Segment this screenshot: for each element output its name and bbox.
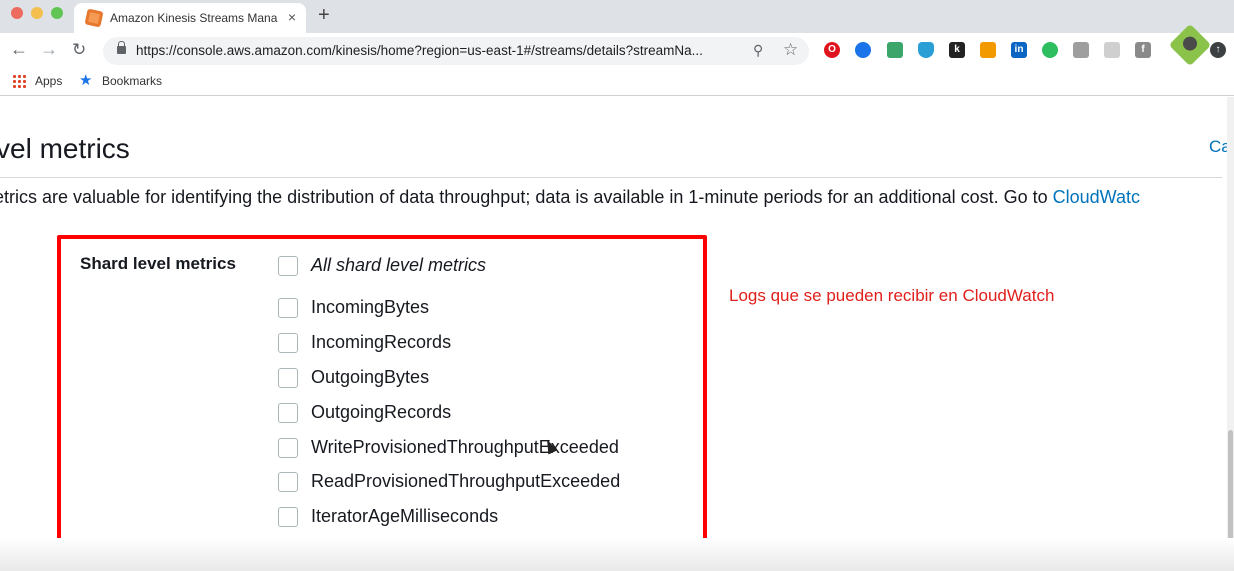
back-arrow-icon[interactable]: ← xyxy=(10,39,28,60)
tab-bar: Amazon Kinesis Streams Mana × + xyxy=(0,0,1234,33)
lock-icon xyxy=(117,41,126,54)
update-icon[interactable]: ↑ xyxy=(1210,42,1226,58)
checkbox[interactable] xyxy=(278,472,298,492)
minimize-window-icon[interactable] xyxy=(31,7,43,19)
section-title: vel metrics xyxy=(0,133,130,164)
close-window-icon[interactable] xyxy=(11,7,23,19)
tab-close-icon[interactable]: × xyxy=(288,9,296,25)
checkbox[interactable] xyxy=(278,256,298,276)
tab-title: Amazon Kinesis Streams Mana xyxy=(110,11,278,25)
facebook-icon[interactable]: f xyxy=(1135,42,1151,58)
bookmark-bookmarks[interactable]: Bookmarks xyxy=(102,74,162,88)
forward-arrow-icon[interactable]: → xyxy=(40,39,58,60)
scrollbar-thumb[interactable] xyxy=(1228,430,1233,555)
checkbox-label: OutgoingRecords xyxy=(311,402,452,422)
shield-icon[interactable] xyxy=(918,42,934,58)
drive-icon[interactable] xyxy=(1073,42,1089,58)
checkbox[interactable] xyxy=(278,507,298,527)
checkbox[interactable] xyxy=(278,368,298,388)
page-content: vel metrics Ca etrics are valuable for i… xyxy=(0,97,1234,571)
pin-icon[interactable] xyxy=(855,42,871,58)
checkbox-label: WriteProvisionedThroughputExceeded xyxy=(311,437,619,457)
warning-icon[interactable] xyxy=(980,42,996,58)
k-icon[interactable]: k xyxy=(949,42,965,58)
checkbox-label: ReadProvisionedThroughputExceeded xyxy=(311,471,621,491)
checkbox-label: All shard level metrics xyxy=(311,255,487,275)
aws-favicon-icon xyxy=(84,8,104,28)
evernote-icon[interactable] xyxy=(1042,42,1058,58)
linkedin-icon[interactable]: in xyxy=(1011,42,1027,58)
reload-icon[interactable]: ↻ xyxy=(72,40,86,60)
checkbox-label: OutgoingBytes xyxy=(311,367,430,387)
zoom-icon[interactable]: ⚲ xyxy=(753,42,763,59)
apps-grid-icon[interactable] xyxy=(12,74,26,88)
description-text: etrics are valuable for identifying the … xyxy=(0,187,1053,207)
new-tab-button[interactable]: + xyxy=(318,4,330,27)
bookmark-star-icon: ★ xyxy=(79,72,93,89)
tree-icon[interactable] xyxy=(1104,42,1120,58)
address-bar[interactable]: https://console.aws.amazon.com/kinesis/h… xyxy=(103,37,809,65)
checkbox[interactable] xyxy=(278,298,298,318)
checkbox-label: IteratorAgeMilliseconds xyxy=(311,506,499,526)
checkbox-label: IncomingBytes xyxy=(311,297,430,317)
checkbox[interactable] xyxy=(278,403,298,423)
opera-icon[interactable]: O xyxy=(824,42,840,58)
checkbox-label: IncomingRecords xyxy=(311,332,452,352)
bottom-fade xyxy=(0,538,1234,571)
maximize-window-icon[interactable] xyxy=(51,7,63,19)
shard-metrics-highlight: Shard level metrics All shard level metr… xyxy=(57,235,707,545)
section-description: etrics are valuable for identifying the … xyxy=(0,187,1140,208)
browser-tab[interactable]: Amazon Kinesis Streams Mana × xyxy=(74,3,306,33)
bookmark-apps[interactable]: Apps xyxy=(35,74,62,88)
annotation-note: Logs que se pueden recibir en CloudWatch xyxy=(729,286,1055,305)
bookmark-star-icon[interactable]: ☆ xyxy=(783,40,798,60)
shard-metrics-label: Shard level metrics xyxy=(80,254,236,273)
checkbox[interactable] xyxy=(278,333,298,353)
divider xyxy=(0,177,1222,178)
url-text[interactable]: https://console.aws.amazon.com/kinesis/h… xyxy=(136,43,703,58)
bookmarks-bar: Apps ★ Bookmarks xyxy=(0,68,1234,96)
mail-icon[interactable] xyxy=(887,42,903,58)
checkbox[interactable] xyxy=(278,438,298,458)
cloudwatch-link[interactable]: CloudWatc xyxy=(1053,187,1140,207)
